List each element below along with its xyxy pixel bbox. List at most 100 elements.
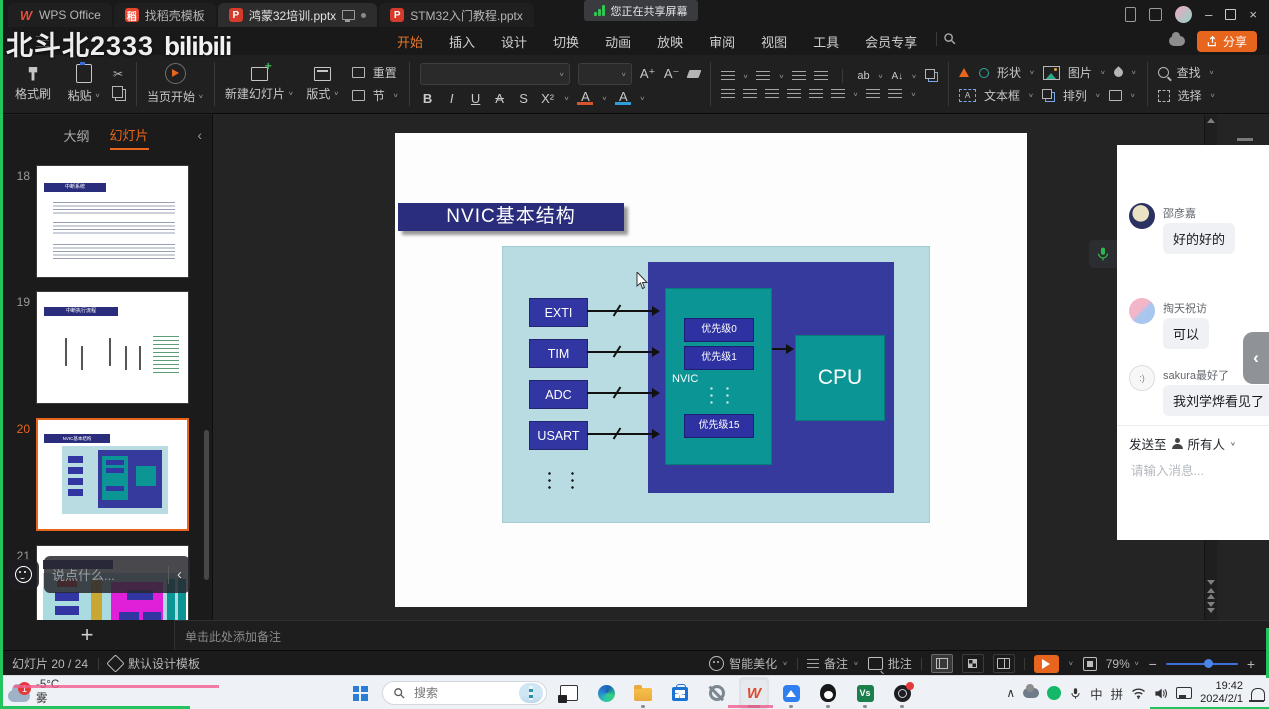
slideshow-play-button[interactable] (1034, 655, 1059, 673)
underline-button[interactable]: U (468, 91, 484, 106)
edge-browser-button[interactable] (591, 677, 621, 709)
paste-button[interactable]: 粘贴∨ (62, 64, 106, 104)
scroll-up-icon[interactable] (1207, 118, 1215, 123)
device-sync-icon[interactable] (1125, 7, 1136, 22)
slide-sorter-view-button[interactable] (962, 654, 984, 673)
emoji-button[interactable] (8, 559, 39, 590)
wifi-icon[interactable] (1131, 687, 1146, 699)
slide-canvas[interactable]: NVIC基本结构 NVIC 优先级0 优先级1 优先级15 CPU EXTI T… (395, 133, 1027, 607)
fit-to-window-button[interactable] (1083, 657, 1097, 671)
reading-view-button[interactable] (993, 654, 1015, 673)
ime-mode[interactable]: 中 (1090, 684, 1103, 703)
chat-input[interactable] (1129, 463, 1253, 479)
add-slide-button[interactable]: + (81, 625, 94, 645)
distribute-icon[interactable] (809, 89, 823, 99)
cut-button[interactable]: ✂ (113, 67, 126, 81)
file-explorer-button[interactable] (628, 677, 658, 709)
green-tray-icon[interactable] (1047, 686, 1061, 700)
superscript-button[interactable]: X² (540, 91, 556, 106)
avatar[interactable] (1129, 298, 1155, 324)
onedrive-icon[interactable] (1023, 688, 1039, 698)
notes-button[interactable]: 备注 ∨ (807, 655, 859, 672)
menu-insert[interactable]: 插入 (436, 32, 488, 51)
font-size-select[interactable]: ∨ (578, 63, 632, 85)
weather-widget[interactable]: 1 -5°C 雾 (8, 678, 59, 707)
obs-button[interactable] (887, 677, 917, 709)
fill-color-button[interactable]: ∨ (1114, 68, 1137, 77)
bold-button[interactable]: B (420, 91, 436, 106)
quick-menu-icon[interactable] (36, 36, 49, 47)
arrange-button[interactable]: 排列∨ (1042, 87, 1101, 104)
danmaku-input[interactable]: 说点什么... (52, 565, 160, 584)
slide-layout-button[interactable]: 版式∨ (301, 67, 345, 102)
qq-button[interactable] (813, 677, 843, 709)
highlight-color-button[interactable]: A (615, 91, 631, 105)
play-from-current-button[interactable]: 当页开始∨ (147, 63, 204, 105)
align-center-icon[interactable] (743, 89, 757, 99)
strikethrough-button[interactable]: A (492, 91, 508, 106)
tab-stm32-pptx[interactable]: P STM32入门教程.pptx (379, 3, 534, 27)
select-button[interactable]: 选择∨ (1158, 87, 1216, 104)
menu-home[interactable]: 开始 (384, 32, 436, 51)
insert-picture-button[interactable]: 图片∨ (1043, 64, 1106, 81)
task-view-button[interactable] (554, 677, 584, 709)
nvic-block[interactable]: NVIC 优先级0 优先级1 优先级15 (665, 288, 772, 465)
priority1-box[interactable]: 优先级1 (684, 346, 754, 370)
thumbnail-scrollbar[interactable] (204, 430, 209, 580)
chat-collapse-handle[interactable]: ‹ (1243, 332, 1269, 384)
maximize-button[interactable] (1225, 9, 1236, 20)
thumbnail[interactable]: 中断执行流程 (36, 291, 189, 404)
decrease-font-button[interactable]: A⁻ (664, 66, 680, 82)
scroll-down-icon[interactable] (1207, 580, 1215, 585)
share-button[interactable]: 分享 (1197, 31, 1257, 52)
menu-member[interactable]: 会员专享 (852, 32, 930, 51)
meeting-app-button[interactable] (776, 677, 806, 709)
increase-font-button[interactable]: A⁺ (640, 66, 656, 82)
notes-bar[interactable]: 单击此处添加备注 (174, 620, 1269, 651)
thumbnail[interactable]: NVIC基本结构 (36, 418, 189, 531)
menu-review[interactable]: 审阅 (696, 32, 748, 51)
cpu-block[interactable]: CPU (795, 335, 885, 421)
menu-slideshow[interactable]: 放映 (644, 32, 696, 51)
format-painter-button[interactable]: 格式刷 (11, 67, 55, 102)
exti-box[interactable]: EXTI (529, 298, 588, 327)
zoom-in-button[interactable]: + (1247, 656, 1255, 672)
start-button[interactable] (345, 677, 375, 709)
section-button[interactable]: 节∨ (352, 87, 399, 104)
taskbar-search[interactable] (382, 681, 547, 705)
clock[interactable]: 19:42 2024/2/1 (1200, 680, 1243, 706)
slide-thumbnail-20[interactable]: 20 NVIC基本结构 (10, 418, 189, 531)
usart-box[interactable]: USART (529, 421, 588, 450)
find-button[interactable]: 查找∨ (1158, 64, 1216, 81)
collapse-danmaku-icon[interactable]: ‹ (177, 566, 182, 583)
thumbnail[interactable]: 中断系统 (36, 165, 189, 278)
text-align-vertical-icon[interactable] (888, 89, 902, 99)
tab-outline[interactable]: 大纲 (63, 126, 89, 149)
font-color-button[interactable]: A (577, 91, 593, 105)
copy-button[interactable] (115, 89, 126, 101)
font-family-select[interactable]: ∨ (420, 63, 570, 85)
clear-format-icon[interactable] (686, 70, 701, 78)
search-input[interactable] (412, 685, 513, 701)
vs-app-button[interactable]: Vs (850, 677, 880, 709)
priority0-box[interactable]: 优先级0 (684, 318, 754, 342)
tab-wps-home[interactable]: W WPS Office (8, 3, 112, 27)
chat-minimize-dash[interactable] (1237, 138, 1253, 141)
tab-docer-templates[interactable]: 稻 找稻壳模板 (114, 3, 216, 27)
menu-tools[interactable]: 工具 (800, 32, 852, 51)
zoom-level-button[interactable]: 79% ∨ (1106, 657, 1140, 671)
slide-title[interactable]: NVIC基本结构 (398, 203, 624, 231)
workspace-icon[interactable] (1149, 8, 1162, 21)
account-avatar[interactable] (1175, 6, 1192, 23)
comments-button[interactable]: 批注 (868, 655, 912, 672)
cloud-sync-icon[interactable] (1169, 36, 1185, 46)
line-spacing-icon[interactable] (831, 89, 845, 99)
design-template-button[interactable]: 默认设计模板 (109, 655, 200, 672)
slide-thumbnail-18[interactable]: 18 中断系统 (10, 165, 189, 278)
zoom-slider[interactable] (1166, 663, 1238, 665)
shadow-button[interactable]: S (516, 91, 532, 106)
numbered-list-icon[interactable] (756, 71, 770, 81)
ime-pinyin[interactable]: 拼 (1111, 684, 1124, 703)
reset-slide-button[interactable]: 重置 (352, 64, 399, 81)
smart-beautify-button[interactable]: 智能美化 ∨ (709, 655, 788, 672)
